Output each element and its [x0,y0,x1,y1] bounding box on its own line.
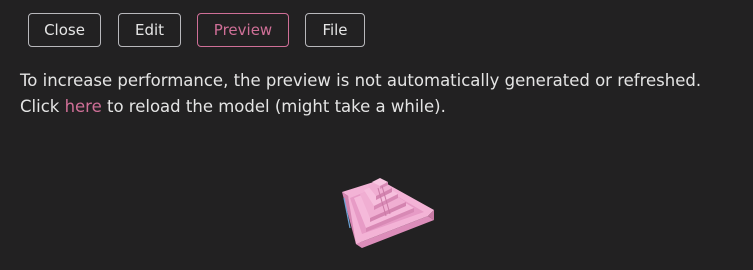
model-preview[interactable] [336,172,440,252]
notice-line-1: To increase performance, the preview is … [20,71,702,90]
notice-line-2: Click here to reload the model (might ta… [20,94,745,120]
close-button[interactable]: Close [28,13,101,47]
notice-prefix: Click [20,97,65,116]
preview-page: Close Edit Preview File To increase perf… [0,0,753,270]
stepped-pyramid-model-icon [342,178,434,248]
edit-button[interactable]: Edit [118,13,181,47]
preview-button[interactable]: Preview [197,13,289,47]
reload-link[interactable]: here [65,97,102,116]
notice-suffix: to reload the model (might take a while)… [101,97,446,116]
performance-notice: To increase performance, the preview is … [20,68,745,120]
file-button[interactable]: File [305,13,365,47]
